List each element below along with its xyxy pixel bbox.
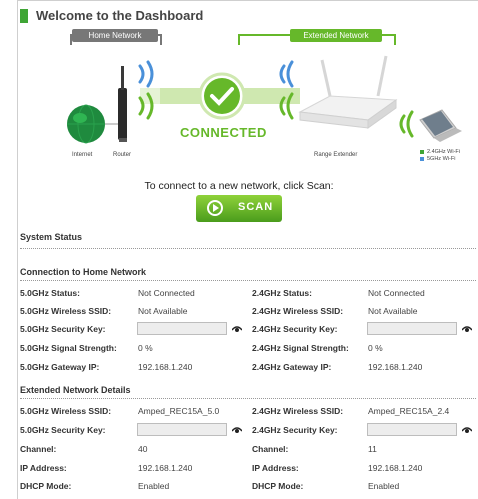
scan-play-arrow-icon bbox=[213, 204, 219, 212]
legend-5ghz-swatch bbox=[420, 157, 424, 161]
legend-5ghz-label: 5GHz Wi-Fi bbox=[427, 156, 456, 162]
home-5g-ssid-value: Not Available bbox=[138, 306, 188, 316]
laptop-wifi-waves-icon bbox=[399, 110, 414, 138]
home-5g-signal-value: 0 % bbox=[138, 343, 153, 353]
ext-24g-channel-value: 11 bbox=[368, 444, 377, 454]
eye-icon[interactable] bbox=[232, 325, 242, 333]
home-24g-status-label: 2.4GHz Status: bbox=[252, 288, 312, 298]
ext-24g-key-field[interactable] bbox=[367, 423, 457, 436]
scan-prompt: To connect to a new network, click Scan: bbox=[144, 180, 334, 192]
ext-5g-ip-label: IP Address: bbox=[20, 463, 67, 473]
ext-24g-dhcp-value: Enabled bbox=[368, 481, 400, 491]
ext-5g-dhcp-label: DHCP Mode: bbox=[20, 481, 72, 491]
home-24g-status-value: Not Connected bbox=[368, 288, 425, 298]
scan-button[interactable]: SCAN bbox=[196, 195, 282, 222]
ext-5g-channel-value: 40 bbox=[138, 444, 148, 454]
home-24g-gateway-label: 2.4GHz Gateway IP: bbox=[252, 362, 332, 372]
ext-5g-key-label: 5.0GHz Security Key: bbox=[20, 425, 106, 435]
connection-status-label: CONNECTED bbox=[180, 125, 267, 140]
home-5g-ssid-label: 5.0GHz Wireless SSID: bbox=[20, 306, 112, 316]
eye-icon[interactable] bbox=[462, 426, 472, 434]
ext-5g-ssid-label: 5.0GHz Wireless SSID: bbox=[20, 406, 112, 416]
legend-24ghz-label: 2.4GHz Wi-Fi bbox=[427, 149, 460, 155]
home-5g-key-field[interactable] bbox=[137, 322, 227, 335]
home-24g-gateway-value: 192.168.1.240 bbox=[368, 362, 423, 372]
ext-5g-channel-label: Channel: bbox=[20, 444, 57, 454]
eye-icon[interactable] bbox=[232, 426, 242, 434]
ext-5g-dhcp-value: Enabled bbox=[138, 481, 170, 491]
router-icon bbox=[118, 66, 127, 142]
ext-24g-ip-label: IP Address: bbox=[252, 463, 299, 473]
home-24g-ssid-value: Not Available bbox=[368, 306, 418, 316]
ext-24g-ssid-label: 2.4GHz Wireless SSID: bbox=[252, 406, 344, 416]
ext-5g-ip-value: 192.168.1.240 bbox=[138, 463, 193, 473]
ext-5g-ssid-value: Amped_REC15A_5.0 bbox=[138, 406, 220, 416]
system-status-heading: System Status bbox=[20, 232, 83, 242]
ext-24g-channel-label: Channel: bbox=[252, 444, 289, 454]
router-label: Router bbox=[113, 152, 132, 158]
home-24g-signal-value: 0 % bbox=[368, 343, 383, 353]
ext-24g-key-label: 2.4GHz Security Key: bbox=[252, 425, 338, 435]
eye-icon[interactable] bbox=[462, 325, 472, 333]
internet-label: Internet bbox=[72, 152, 93, 158]
laptop-icon bbox=[419, 109, 462, 142]
home-24g-key-field[interactable] bbox=[367, 322, 457, 335]
divider bbox=[20, 398, 476, 399]
home-24g-key-label: 2.4GHz Security Key: bbox=[252, 324, 338, 334]
home-5g-status-value: Not Connected bbox=[138, 288, 195, 298]
home-network-heading: Connection to Home Network bbox=[20, 267, 147, 277]
home-24g-signal-label: 2.4GHz Signal Strength: bbox=[252, 343, 349, 353]
range-extender-label: Range Extender bbox=[314, 152, 358, 158]
home-5g-gateway-label: 5.0GHz Gateway IP: bbox=[20, 362, 100, 372]
divider bbox=[20, 280, 476, 281]
home-24g-ssid-label: 2.4GHz Wireless SSID: bbox=[252, 306, 344, 316]
home-5g-gateway-value: 192.168.1.240 bbox=[138, 362, 193, 372]
ext-5g-key-field[interactable] bbox=[137, 423, 227, 436]
ext-24g-dhcp-label: DHCP Mode: bbox=[252, 481, 304, 491]
network-diagram bbox=[67, 55, 462, 161]
home-5g-status-label: 5.0GHz Status: bbox=[20, 288, 80, 298]
extended-network-heading: Extended Network Details bbox=[20, 385, 131, 395]
connected-check-icon bbox=[198, 72, 246, 120]
scan-button-label: SCAN bbox=[238, 201, 274, 213]
ext-24g-ip-value: 192.168.1.240 bbox=[368, 463, 423, 473]
home-5g-signal-label: 5.0GHz Signal Strength: bbox=[20, 343, 117, 353]
range-extender-icon bbox=[298, 55, 398, 129]
divider bbox=[20, 248, 476, 249]
ext-24g-ssid-value: Amped_REC15A_2.4 bbox=[368, 406, 450, 416]
legend-24ghz-swatch bbox=[420, 150, 424, 154]
home-5g-key-label: 5.0GHz Security Key: bbox=[20, 324, 106, 334]
internet-globe-icon bbox=[67, 104, 105, 144]
